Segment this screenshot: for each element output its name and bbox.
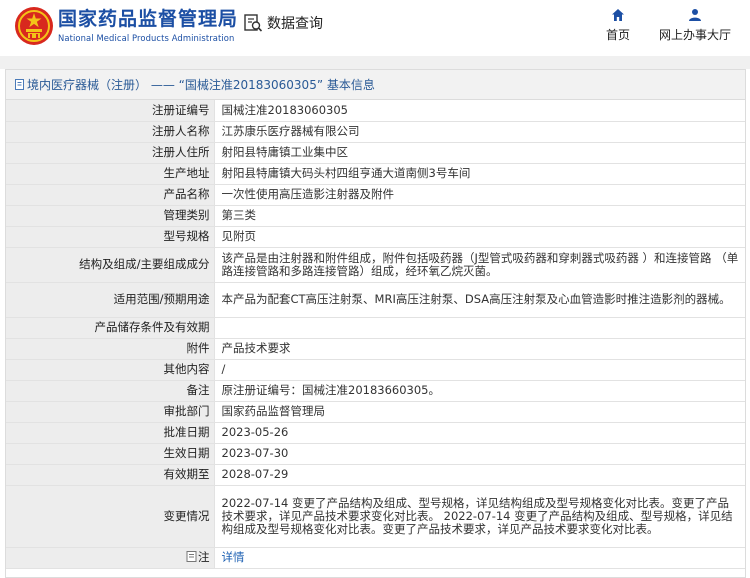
table-row: 注册人住所 射阳县特庸镇工业集中区 — [6, 142, 745, 164]
field-value: 江苏康乐医疗器械有限公司 — [214, 121, 745, 143]
national-emblem-icon — [15, 7, 53, 45]
field-value: 2023-07-30 — [214, 443, 745, 465]
note-label: 注 — [198, 550, 210, 564]
details-link[interactable]: 详情 — [222, 550, 245, 564]
table-row: 注册证编号 国械注准20183060305 — [6, 100, 745, 122]
field-value: 原注册证编号：国械注准20183660305。 — [214, 380, 745, 402]
nav-home-label: 首页 — [606, 28, 631, 42]
nav-home[interactable]: 首页 — [606, 8, 630, 43]
field-label: 有效期至 — [6, 464, 215, 486]
field-label: 注册人名称 — [6, 121, 215, 143]
field-value: 2023-05-26 — [214, 422, 745, 444]
table-row: 变更情况 2022-07-14 变更了产品结构及组成、型号规格，详见结构组成及型号… — [6, 485, 745, 548]
field-label: 产品储存条件及有效期 — [6, 317, 215, 339]
field-value: 产品技术要求 — [214, 338, 745, 360]
field-value: 国家药品监督管理局 — [214, 401, 745, 423]
table-row: 生产地址 射阳县特庸镇大码头村四组亨通大道南侧3号车间 — [6, 163, 745, 185]
table-row: 备注 原注册证编号：国械注准20183660305。 — [6, 380, 745, 402]
field-label: 适用范围/预期用途 — [6, 282, 215, 318]
note-label-cell: 注 — [6, 547, 215, 569]
field-value: 一次性使用高压造影注射器及附件 — [214, 184, 745, 206]
table-row: 管理类别 第三类 — [6, 205, 745, 227]
field-value: 2028-07-29 — [214, 464, 745, 486]
note-row: 注 详情 — [6, 547, 745, 569]
field-value: 射阳县特庸镇工业集中区 — [214, 142, 745, 164]
data-query-link[interactable]: 数据查询 — [243, 13, 323, 33]
header-spacer — [0, 56, 750, 69]
field-label: 管理类别 — [6, 205, 215, 227]
user-icon — [689, 9, 701, 21]
registration-info-table: 注册证编号 国械注准20183060305 注册人名称 江苏康乐医疗器械有限公司 注… — [6, 100, 745, 569]
field-value: 第三类 — [214, 205, 745, 227]
field-value: 本产品为配套CT高压注射泵、MRI高压注射泵、DSA高压注射泵及心血管造影时推注… — [214, 282, 745, 318]
basic-info-panel: 境内医疗器械（注册） —— “国械注准20183060305” 基本信息 注册证… — [5, 69, 746, 578]
table-row: 产品名称 一次性使用高压造影注射器及附件 — [6, 184, 745, 206]
field-label: 其他内容 — [6, 359, 215, 381]
note-value: 详情 — [214, 547, 745, 569]
field-label: 备注 — [6, 380, 215, 402]
table-row: 产品储存条件及有效期 — [6, 317, 745, 339]
field-label: 注册人住所 — [6, 142, 215, 164]
breadcrumb-text: 境内医疗器械（注册） —— “国械注准20183060305” 基本信息 — [27, 78, 375, 92]
field-label: 批准日期 — [6, 422, 215, 444]
field-label: 产品名称 — [6, 184, 215, 206]
field-label: 附件 — [6, 338, 215, 360]
table-row: 附件 产品技术要求 — [6, 338, 745, 360]
table-row: 生效日期 2023-07-30 — [6, 443, 745, 465]
table-row: 其他内容 / — [6, 359, 745, 381]
home-icon — [612, 9, 624, 21]
table-row: 注册人名称 江苏康乐医疗器械有限公司 — [6, 121, 745, 143]
table-row: 适用范围/预期用途 本产品为配套CT高压注射泵、MRI高压注射泵、DSA高压注射泵… — [6, 282, 745, 318]
search-icon — [244, 14, 263, 32]
nav-online-service-label: 网上办事大厅 — [659, 28, 732, 42]
field-label: 型号规格 — [6, 226, 215, 248]
field-label: 审批部门 — [6, 401, 215, 423]
field-value: 国械注准20183060305 — [214, 100, 745, 122]
table-row: 结构及组成/主要组成成分 该产品是由注射器和附件组成，附件包括吸药器（J型管式吸药… — [6, 247, 745, 283]
table-row: 批准日期 2023-05-26 — [6, 422, 745, 444]
field-label: 生效日期 — [6, 443, 215, 465]
field-label: 注册证编号 — [6, 100, 215, 122]
field-value: 射阳县特庸镇大码头村四组亨通大道南侧3号车间 — [214, 163, 745, 185]
site-title[interactable]: 国家药品监督管理局 National Medical Products Admi… — [58, 8, 238, 43]
field-value: 2022-07-14 变更了产品结构及组成、型号规格，详见结构组成及型号规格变化… — [214, 485, 745, 548]
field-label: 结构及组成/主要组成成分 — [6, 247, 215, 283]
field-value: 该产品是由注射器和附件组成，附件包括吸药器（J型管式吸药器和穿刺器式吸药器 ）和… — [214, 247, 745, 283]
data-query-label: 数据查询 — [267, 16, 323, 32]
field-label: 生产地址 — [6, 163, 215, 185]
site-title-cn: 国家药品监督管理局 — [58, 8, 239, 30]
note-icon — [186, 551, 197, 562]
table-row: 有效期至 2028-07-29 — [6, 464, 745, 486]
site-title-en: National Medical Products Administration — [58, 33, 235, 43]
field-value — [214, 317, 745, 339]
field-value: / — [214, 359, 745, 381]
field-label: 变更情况 — [6, 485, 215, 548]
field-value: 见附页 — [214, 226, 745, 248]
breadcrumb: 境内医疗器械（注册） —— “国械注准20183060305” 基本信息 — [6, 70, 745, 100]
site-header: 国家药品监督管理局 National Medical Products Admi… — [0, 0, 750, 56]
table-row: 审批部门 国家药品监督管理局 — [6, 401, 745, 423]
table-row: 型号规格 见附页 — [6, 226, 745, 248]
document-icon — [15, 79, 24, 90]
nav-online-service[interactable]: 网上办事大厅 — [659, 8, 731, 43]
